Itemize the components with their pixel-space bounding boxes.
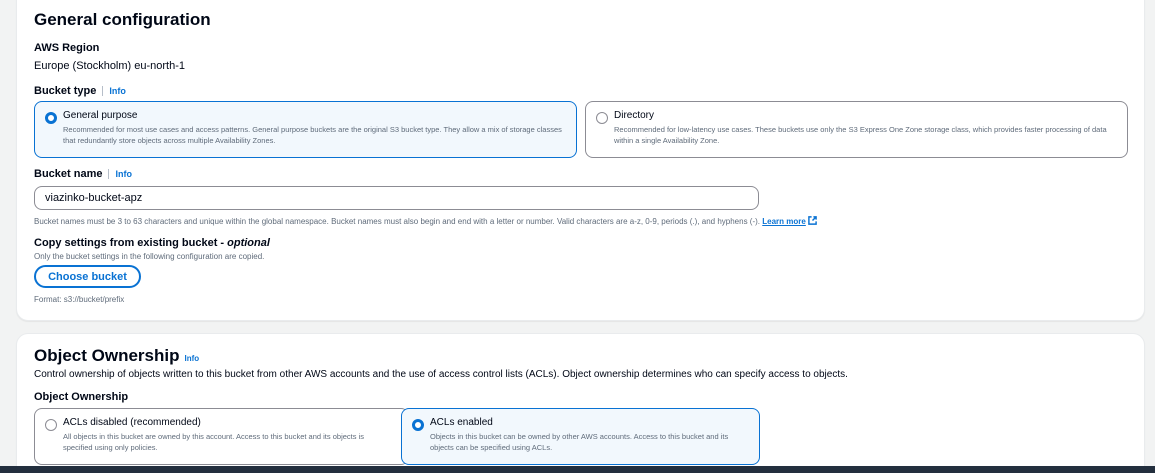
copy-settings-optional: optional — [227, 237, 270, 249]
bucket-name-hint-text: Bucket names must be 3 to 63 characters … — [34, 217, 761, 226]
bucket-name-header: Bucket name Info — [34, 168, 132, 180]
learn-more-link[interactable]: Learn more — [762, 217, 806, 226]
bucket-name-hint: Bucket names must be 3 to 63 characters … — [34, 216, 817, 226]
acls-enabled-desc: Objects in this bucket can be owned by o… — [430, 432, 729, 452]
object-ownership-panel: Object Ownership Info Control ownership … — [16, 333, 1145, 473]
general-purpose-radio[interactable] — [45, 112, 57, 124]
copy-settings-desc: Only the bucket settings in the followin… — [34, 252, 265, 261]
bucket-type-general-purpose-tile[interactable]: General purpose Recommended for most use… — [34, 101, 577, 158]
general-purpose-desc: Recommended for most use cases and acces… — [63, 125, 562, 145]
object-ownership-desc: Control ownership of objects written to … — [34, 369, 848, 380]
bucket-type-directory-tile[interactable]: Directory Recommended for low-latency us… — [585, 101, 1128, 158]
general-configuration-title: General configuration — [34, 10, 211, 29]
acls-disabled-radio[interactable] — [45, 419, 57, 431]
object-ownership-title: Object Ownership — [34, 346, 180, 365]
acls-disabled-desc: All objects in this bucket are owned by … — [63, 432, 364, 452]
general-purpose-title: General purpose — [63, 110, 138, 121]
bucket-name-info-link[interactable]: Info — [108, 169, 132, 179]
copy-settings-label: Copy settings from existing bucket - opt… — [34, 237, 270, 249]
general-configuration-panel: General configuration AWS Region Europe … — [16, 0, 1145, 321]
bucket-name-input[interactable]: viazinko-bucket-apz — [34, 186, 759, 210]
bucket-name-input-value: viazinko-bucket-apz — [45, 192, 143, 204]
page: General configuration AWS Region Europe … — [0, 0, 1155, 473]
acls-disabled-tile[interactable]: ACLs disabled (recommended) All objects … — [34, 408, 409, 465]
bucket-name-label: Bucket name — [34, 168, 103, 180]
aws-region-value: Europe (Stockholm) eu-north-1 — [34, 60, 186, 72]
acls-disabled-title: ACLs disabled (recommended) — [63, 417, 201, 428]
copy-settings-label-text: Copy settings from existing bucket - — [34, 237, 228, 249]
directory-radio[interactable] — [596, 112, 608, 124]
directory-desc: Recommended for low-latency use cases. T… — [614, 125, 1107, 145]
acls-enabled-radio[interactable] — [412, 419, 424, 431]
acls-enabled-tile[interactable]: ACLs enabled Objects in this bucket can … — [401, 408, 760, 465]
object-ownership-info-link[interactable]: Info — [184, 354, 199, 363]
object-ownership-label: Object Ownership — [34, 391, 129, 403]
object-ownership-header: Object Ownership Info — [34, 346, 199, 366]
bucket-type-label: Bucket type — [34, 85, 97, 97]
aws-region-label: AWS Region — [34, 42, 100, 54]
format-hint: Format: s3://bucket/prefix — [34, 295, 125, 304]
external-link-icon[interactable] — [808, 216, 817, 225]
bucket-type-info-link[interactable]: Info — [102, 86, 126, 96]
bucket-type-header: Bucket type Info — [34, 85, 126, 97]
choose-bucket-button[interactable]: Choose bucket — [34, 265, 141, 288]
taskbar-strip — [0, 466, 1155, 473]
directory-title: Directory — [614, 110, 655, 121]
acls-enabled-title: ACLs enabled — [430, 417, 493, 428]
